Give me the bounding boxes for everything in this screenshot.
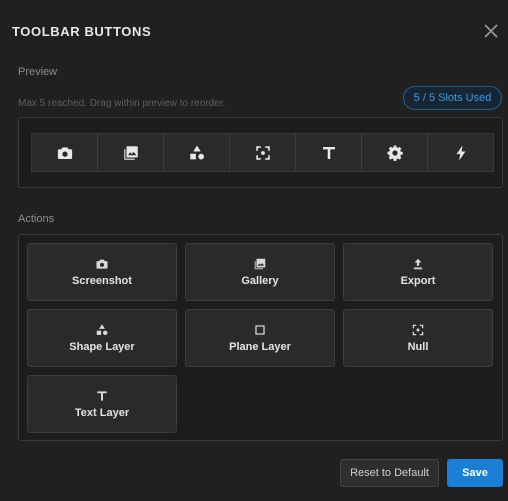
dialog-title: TOOLBAR BUTTONS xyxy=(12,24,152,39)
camera-icon xyxy=(57,146,72,159)
focus-icon xyxy=(412,324,424,336)
action-gallery[interactable]: Gallery xyxy=(185,243,335,301)
preview-slot-text[interactable] xyxy=(296,134,362,171)
preview-hint: Max 5 reached. Drag within preview to re… xyxy=(18,98,226,109)
action-label: Text Layer xyxy=(74,407,130,419)
action-plane-layer[interactable]: Plane Layer xyxy=(185,309,335,367)
action-export[interactable]: Export xyxy=(343,243,493,301)
action-label: Null xyxy=(407,341,429,353)
reset-to-default-button[interactable]: Reset to Default xyxy=(340,459,439,487)
preview-toolbar xyxy=(31,133,494,172)
action-text-layer[interactable]: Text Layer xyxy=(27,375,177,433)
close-icon[interactable] xyxy=(482,22,500,40)
gallery-icon xyxy=(254,258,266,270)
actions-section-label: Actions xyxy=(18,213,55,225)
action-null[interactable]: Null xyxy=(343,309,493,367)
preview-slot-gallery[interactable] xyxy=(98,134,164,171)
action-label: Shape Layer xyxy=(69,341,135,353)
preview-slot-shapes[interactable] xyxy=(164,134,230,171)
preview-section-label: Preview xyxy=(18,66,58,78)
action-shape-layer[interactable]: Shape Layer xyxy=(27,309,177,367)
shapes-icon xyxy=(96,324,108,336)
export-icon xyxy=(413,258,423,270)
action-label: Screenshot xyxy=(72,275,132,287)
shapes-icon xyxy=(189,145,204,159)
action-label: Plane Layer xyxy=(229,341,291,353)
preview-slot-gear[interactable] xyxy=(362,134,428,171)
toolbar-buttons-dialog: TOOLBAR BUTTONS Preview Max 5 reached. D… xyxy=(0,0,508,501)
gallery-icon xyxy=(123,145,138,160)
lightning-icon xyxy=(456,145,465,160)
save-button[interactable]: Save xyxy=(447,459,503,487)
action-label: Export xyxy=(400,275,436,287)
gear-icon xyxy=(387,144,403,161)
preview-slot-camera[interactable] xyxy=(32,134,98,171)
text-icon xyxy=(97,391,107,401)
square-icon xyxy=(255,325,265,335)
camera-icon xyxy=(96,259,108,269)
action-label: Gallery xyxy=(241,275,279,287)
preview-slot-focus[interactable] xyxy=(230,134,296,171)
text-icon xyxy=(322,146,335,159)
preview-slot-lightning[interactable] xyxy=(428,134,493,171)
slots-used-badge: 5 / 5 Slots Used xyxy=(403,86,502,110)
action-screenshot[interactable]: Screenshot xyxy=(27,243,177,301)
focus-icon xyxy=(255,145,270,160)
